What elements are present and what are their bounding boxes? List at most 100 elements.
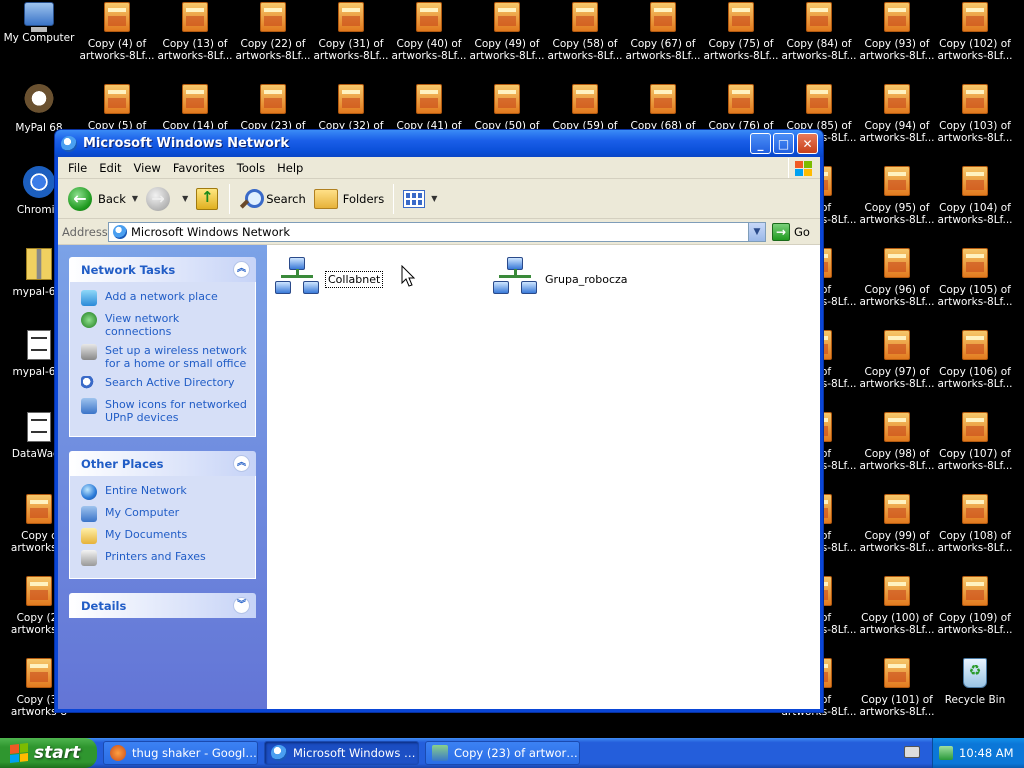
desktop-icon-label: artworks-8Lf... <box>859 624 935 636</box>
forward-arrow-icon: → <box>146 186 171 211</box>
task-link[interactable]: Set up a wireless network for a home or … <box>81 344 247 370</box>
desktop-icon[interactable]: Copy (23) of <box>234 84 312 132</box>
desktop-icon[interactable]: Copy (103) of artworks-8Lf... <box>936 84 1014 144</box>
desktop-icon[interactable]: Copy (5) of <box>78 84 156 132</box>
desktop-icon-label: artworks-8Lf... <box>157 50 233 62</box>
desktop-icon[interactable]: Copy (105) of artworks-8Lf... <box>936 248 1014 308</box>
address-input[interactable]: Microsoft Windows Network ▼ <box>108 221 766 242</box>
image-file-icon <box>884 412 910 442</box>
desktop-icon[interactable]: Copy (106) of artworks-8Lf... <box>936 330 1014 390</box>
address-dropdown-icon[interactable]: ▼ <box>748 222 765 241</box>
title-bar[interactable]: Microsoft Windows Network _ □ ✕ <box>55 130 823 157</box>
start-button[interactable]: start <box>0 738 97 768</box>
desktop-icon[interactable]: Copy (99) of artworks-8Lf... <box>858 494 936 554</box>
desktop-icon-label: artworks-8Lf... <box>703 50 779 62</box>
menu-tools[interactable]: Tools <box>231 159 271 177</box>
desktop-icon[interactable]: Copy (109) of artworks-8Lf... <box>936 576 1014 636</box>
forward-button[interactable]: → ▼ <box>142 182 192 216</box>
desktop-icon[interactable]: Copy (22) of artworks-8Lf... <box>234 2 312 62</box>
maximize-button[interactable]: □ <box>773 133 794 154</box>
desktop-icon[interactable]: Copy (104) of artworks-8Lf... <box>936 166 1014 226</box>
desktop-icon[interactable]: Copy (102) of artworks-8Lf... <box>936 2 1014 62</box>
task-link-label: Add a network place <box>105 290 218 303</box>
desktop-icon[interactable]: Copy (41) of <box>390 84 468 132</box>
back-dropdown-icon[interactable]: ▼ <box>132 194 138 203</box>
desktop-icon[interactable]: Copy (59) of <box>546 84 624 132</box>
task-link[interactable]: My Documents <box>81 528 247 544</box>
details-header[interactable]: Details ︾ <box>69 593 256 618</box>
taskbar-item-label: thug shaker - Google ... <box>132 746 257 760</box>
desktop-icon[interactable]: Copy (40) of artworks-8Lf... <box>390 2 468 62</box>
desktop-icon[interactable]: Copy (96) of artworks-8Lf... <box>858 248 936 308</box>
desktop-icon[interactable]: Copy (49) of artworks-8Lf... <box>468 2 546 62</box>
back-button[interactable]: ← Back ▼ <box>64 182 142 216</box>
desktop-icon-label: Copy (108) of <box>939 530 1011 542</box>
task-link[interactable]: Add a network place <box>81 290 247 306</box>
workgroup-collabnet[interactable]: Collabnet <box>273 255 384 303</box>
desktop-icon[interactable]: Copy (50) of <box>468 84 546 132</box>
desktop-icon[interactable]: Copy (68) of <box>624 84 702 132</box>
desktop-icon[interactable]: Recycle Bin <box>936 658 1014 706</box>
folders-button[interactable]: Folders <box>310 182 389 216</box>
views-button[interactable]: ▼ <box>399 182 441 216</box>
task-link-label: My Computer <box>105 506 180 519</box>
collapse-icon[interactable]: ︽ <box>233 261 250 278</box>
go-button[interactable]: → Go <box>772 222 810 241</box>
desktop-icon[interactable]: Copy (58) of artworks-8Lf... <box>546 2 624 62</box>
taskbar-item-firefox[interactable]: thug shaker - Google ... <box>103 741 258 765</box>
task-link[interactable]: My Computer <box>81 506 247 522</box>
clock[interactable]: 10:48 AM <box>959 746 1014 760</box>
desktop-icon[interactable]: Copy (67) of artworks-8Lf... <box>624 2 702 62</box>
menu-view[interactable]: View <box>128 159 167 177</box>
image-file-icon <box>650 84 676 114</box>
collapse-icon[interactable]: ︽ <box>233 455 250 472</box>
desktop-icon[interactable]: Copy (98) of artworks-8Lf... <box>858 412 936 472</box>
desktop-icon[interactable]: Copy (84) of artworks-8Lf... <box>780 2 858 62</box>
desktop-icon[interactable]: Copy (107) of artworks-8Lf... <box>936 412 1014 472</box>
desktop-icon[interactable]: Copy (76) of <box>702 84 780 132</box>
up-button[interactable] <box>192 182 224 216</box>
network-tasks-header[interactable]: Network Tasks ︽ <box>69 257 256 282</box>
search-button[interactable]: Search <box>235 182 310 216</box>
desktop-icon-label: artworks-8Lf... <box>937 624 1013 636</box>
image-file-icon <box>962 412 988 442</box>
desktop-icon[interactable]: Copy (97) of artworks-8Lf... <box>858 330 936 390</box>
task-link[interactable]: Search Active Directory <box>81 376 247 392</box>
desktop-icon[interactable]: Copy (94) of artworks-8Lf... <box>858 84 936 144</box>
menu-file[interactable]: File <box>62 159 93 177</box>
desktop-icon[interactable]: Copy (93) of artworks-8Lf... <box>858 2 936 62</box>
menu-edit[interactable]: Edit <box>93 159 127 177</box>
desktop-icon[interactable]: Copy (14) of <box>156 84 234 132</box>
task-link[interactable]: Show icons for networked UPnP devices <box>81 398 247 424</box>
desktop-icon[interactable]: Copy (75) of artworks-8Lf... <box>702 2 780 62</box>
desktop-icon[interactable]: Copy (4) of artworks-8Lf... <box>78 2 156 62</box>
task-link[interactable]: Entire Network <box>81 484 247 500</box>
keyboard-icon[interactable] <box>904 746 920 758</box>
menu-favorites[interactable]: Favorites <box>167 159 231 177</box>
workgroup-grupa-robocza[interactable]: Grupa_robocza <box>491 255 630 303</box>
desktop-icon-label: Copy (94) of <box>864 120 930 132</box>
image-file-icon <box>338 84 364 114</box>
desktop-icon-label: artworks-8Lf... <box>235 50 311 62</box>
desktop-icon[interactable]: MyPal 68 <box>0 84 78 134</box>
taskbar-item-image-viewer[interactable]: Copy (23) of artwork... <box>425 741 580 765</box>
desktop-icon[interactable]: Copy (108) of artworks-8Lf... <box>936 494 1014 554</box>
task-link[interactable]: View network connections <box>81 312 247 338</box>
minimize-button[interactable]: _ <box>750 133 771 154</box>
desktop-icon[interactable]: Copy (101) of artworks-8Lf... <box>858 658 936 718</box>
desktop-icon[interactable]: Copy (100) of artworks-8Lf... <box>858 576 936 636</box>
menu-help[interactable]: Help <box>271 159 309 177</box>
expand-icon[interactable]: ︾ <box>233 597 250 614</box>
task-link[interactable]: Printers and Faxes <box>81 550 247 566</box>
forward-dropdown-icon[interactable]: ▼ <box>182 194 188 203</box>
desktop-icon[interactable]: My Computer <box>0 2 78 44</box>
desktop-icon[interactable]: Copy (13) of artworks-8Lf... <box>156 2 234 62</box>
taskbar-item-network[interactable]: Microsoft Windows N... <box>264 741 419 765</box>
desktop-icon[interactable]: Copy (32) of <box>312 84 390 132</box>
other-places-header[interactable]: Other Places ︽ <box>69 451 256 476</box>
tray-network-icon[interactable] <box>939 746 953 760</box>
close-button[interactable]: ✕ <box>797 133 818 154</box>
desktop-icon[interactable]: Copy (31) of artworks-8Lf... <box>312 2 390 62</box>
desktop-icon[interactable]: Copy (95) of artworks-8Lf... <box>858 166 936 226</box>
net-icon <box>81 290 97 306</box>
